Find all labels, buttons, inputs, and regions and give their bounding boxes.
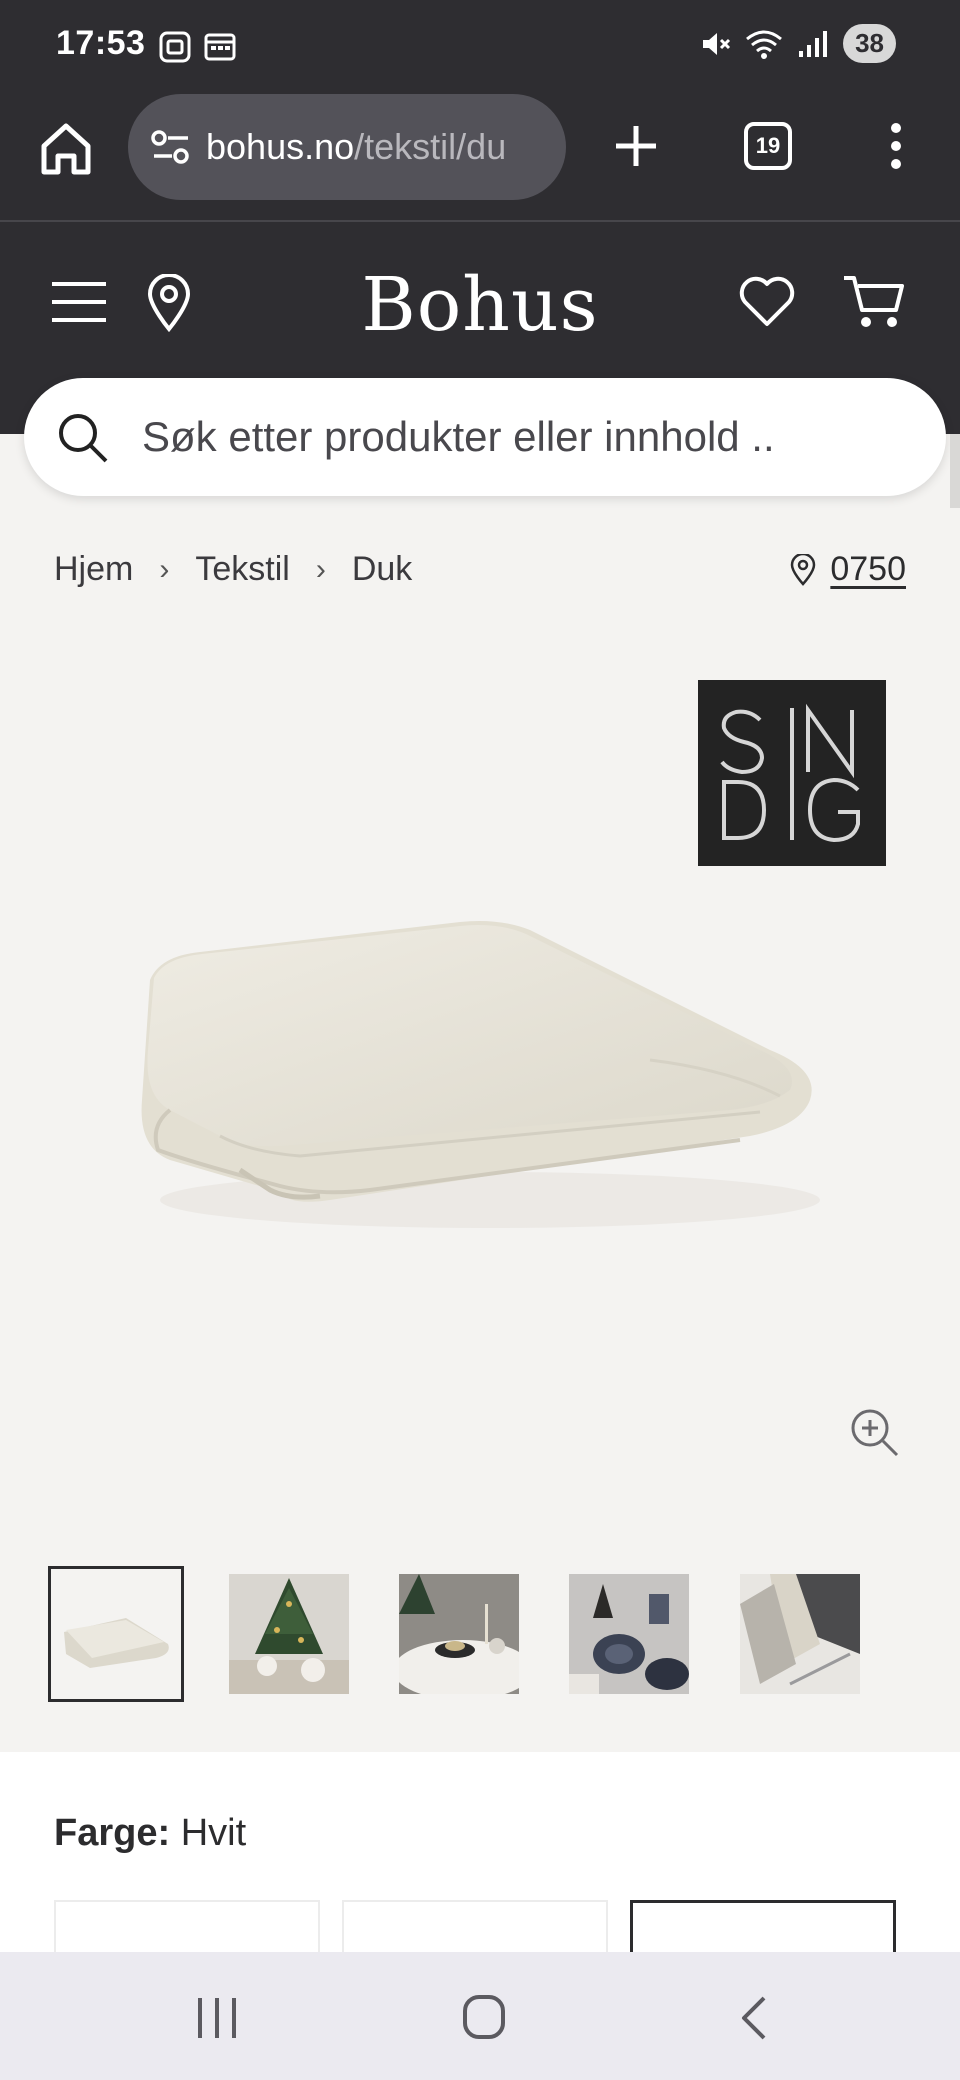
thumbnail-5[interactable] [740,1574,860,1694]
recent-apps-icon[interactable] [196,1996,238,2040]
wifi-icon [746,30,783,59]
site-logo[interactable]: Bohus [0,262,960,348]
thumbnail-4[interactable] [569,1574,689,1694]
breadcrumb-duk[interactable]: Duk [352,550,412,589]
product-image-tablecloth[interactable] [130,900,830,1260]
system-nav-bar [0,1952,960,2080]
scrollbar[interactable] [950,434,960,508]
home-button-icon[interactable] [462,1994,506,2040]
chevron-right-icon: › [159,552,170,586]
zoom-in-icon[interactable] [848,1406,900,1458]
store-selector[interactable]: 0750 [790,550,906,589]
status-time: 17:53 [56,24,146,62]
search-placeholder: Søk etter produkter eller innhold .. [142,413,775,460]
search-icon [59,414,108,463]
site-settings-icon[interactable] [150,126,192,168]
browser-toolbar: bohus.no/tekstil/du 19 [0,92,960,222]
new-tab-icon[interactable] [608,116,664,176]
tab-switcher-button[interactable]: 19 [744,122,792,170]
mute-icon [703,32,731,55]
battery-indicator: 38 [843,24,896,63]
store-code[interactable]: 0750 [830,550,906,589]
breadcrumb: Hjem › Tekstil › Duk [54,550,412,589]
color-label: Farge: Hvit [54,1812,247,1854]
breadcrumb-tekstil[interactable]: Tekstil [195,550,289,589]
brand-logo-sindig [698,680,886,866]
more-options-icon[interactable] [880,116,912,176]
breadcrumb-home[interactable]: Hjem [54,550,133,589]
calendar-icon [204,33,236,61]
url-path: /tekstil/du [354,126,507,167]
url-host: bohus.no [206,126,355,167]
screenshot-icon [159,31,191,63]
thumbnail-3[interactable] [399,1574,519,1694]
color-value: Hvit [180,1812,247,1854]
cart-icon[interactable] [842,272,906,330]
thumbnail-1[interactable] [48,1566,184,1702]
search-input[interactable]: Søk etter produkter eller innhold .. [24,378,946,496]
color-selector-section: Farge: Hvit [0,1752,960,1970]
back-icon[interactable] [738,1994,768,2042]
favorites-heart-icon[interactable] [738,274,796,328]
address-bar[interactable]: bohus.no/tekstil/du [128,94,566,200]
home-icon[interactable] [38,118,94,178]
thumbnail-2[interactable] [229,1574,349,1694]
location-pin-icon [791,553,816,586]
status-bar: 17:53 38 [0,0,960,92]
signal-icon [799,30,828,57]
chevron-right-icon: › [315,552,326,586]
